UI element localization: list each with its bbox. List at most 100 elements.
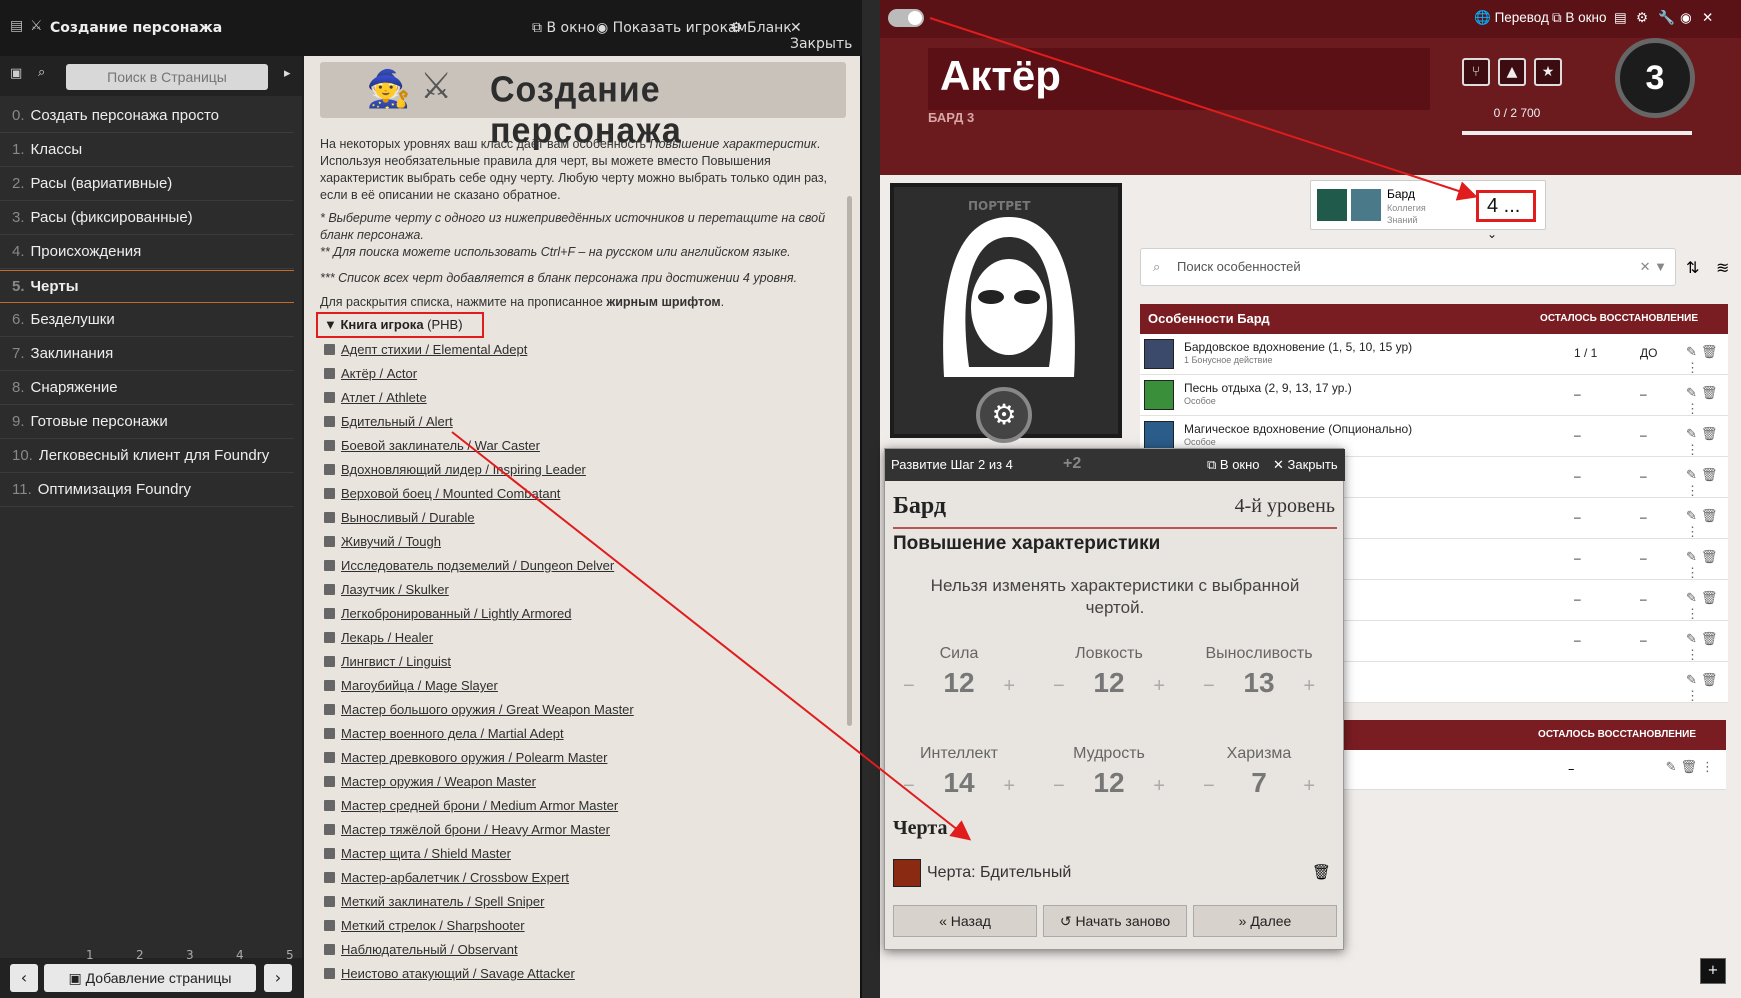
increase-button[interactable]: +: [1153, 675, 1165, 698]
row-actions[interactable]: ✎🗑⋮: [1686, 344, 1728, 376]
row-actions[interactable]: ✎🗑⋮: [1686, 590, 1728, 622]
row-actions[interactable]: ✎🗑⋮: [1686, 631, 1728, 663]
feat-link[interactable]: Лингвист / Linguist: [324, 654, 451, 669]
sidebar-item[interactable]: 8. Снаряжение: [0, 372, 294, 405]
feat-link[interactable]: Наблюдательный / Observant: [324, 942, 518, 957]
row-actions[interactable]: ✎🗑⋮: [1686, 672, 1728, 704]
dialog-popout-button[interactable]: ⧉ В окно: [1207, 457, 1260, 473]
next-page-button[interactable]: ›: [264, 964, 292, 992]
feat-link[interactable]: Мастер большого оружия / Great Weapon Ma…: [324, 702, 634, 717]
pager-number[interactable]: 1: [86, 948, 94, 962]
feature-row-2[interactable]: – ✎🗑⋮: [1338, 750, 1726, 790]
dialog-close-button[interactable]: ✕ Закрыть: [1273, 457, 1338, 473]
feat-link[interactable]: Мастер-арбалетчик / Crossbow Expert: [324, 870, 569, 885]
sort-icon[interactable]: ⇅: [1686, 258, 1699, 277]
close-button[interactable]: ✕ Закрыть: [790, 20, 862, 52]
next-button[interactable]: » Далее: [1193, 905, 1337, 937]
sidebar-item[interactable]: 0. Создать персонажа просто: [0, 100, 294, 133]
mode-toggle[interactable]: [888, 9, 924, 27]
feat-link[interactable]: Бдительный / Alert: [324, 414, 453, 429]
decrease-button[interactable]: −: [903, 675, 915, 698]
decrease-button[interactable]: −: [1053, 675, 1065, 698]
feat-link[interactable]: Мастер тяжёлой брони / Heavy Armor Maste…: [324, 822, 610, 837]
feat-link[interactable]: Мастер средней брони / Medium Armor Mast…: [324, 798, 618, 813]
pager-number[interactable]: 4: [236, 948, 244, 962]
popout-button[interactable]: ⧉ В окно: [532, 20, 595, 36]
sidebar-item[interactable]: 11. Оптимизация Foundry: [0, 474, 294, 507]
settings-icon[interactable]: ⚙: [976, 387, 1032, 443]
restart-button[interactable]: ↺ Начать заново: [1043, 905, 1187, 937]
feature-row[interactable]: Бардовское вдохновение (1, 5, 10, 15 ур)…: [1140, 334, 1728, 375]
decrease-button[interactable]: −: [1203, 775, 1215, 798]
feat-link[interactable]: Атлет / Athlete: [324, 390, 427, 405]
sidebar-item[interactable]: 7. Заклинания: [0, 338, 294, 371]
wrench-icon[interactable]: 🔧: [1658, 10, 1675, 26]
delete-feat-icon[interactable]: 🗑: [1312, 863, 1331, 881]
feat-link[interactable]: Лекарь / Healer: [324, 630, 433, 645]
feat-link[interactable]: Меткий стрелок / Sharpshooter: [324, 918, 525, 933]
row-actions[interactable]: ✎🗑⋮: [1686, 549, 1728, 581]
phb-toggle[interactable]: ▼ Книга игрока (PHB): [316, 312, 484, 338]
increase-button[interactable]: +: [1303, 775, 1315, 798]
feat-link[interactable]: Лазутчик / Skulker: [324, 582, 449, 597]
add-icon[interactable]: +: [1700, 958, 1726, 984]
increase-button[interactable]: +: [1303, 675, 1315, 698]
feat-link[interactable]: Верховой боец / Mounted Combatant: [324, 486, 560, 501]
sidebar-item[interactable]: 3. Расы (фиксированные): [0, 202, 294, 235]
row-actions[interactable]: ✎🗑⋮: [1686, 426, 1728, 458]
gear-icon[interactable]: ⚙: [1636, 10, 1648, 26]
row-actions[interactable]: ✎🗑⋮: [1666, 760, 1718, 775]
feat-link[interactable]: Неистово атакующий / Savage Attacker: [324, 966, 575, 981]
collapse-icon[interactable]: ▣: [10, 66, 22, 81]
close-icon[interactable]: ✕: [1702, 10, 1713, 26]
sheet-popout-button[interactable]: ⧉ В окно: [1552, 10, 1607, 26]
feat-link[interactable]: Актёр / Actor: [324, 366, 417, 381]
rest-icon[interactable]: ⑂: [1462, 58, 1490, 86]
increase-button[interactable]: +: [1003, 775, 1015, 798]
feat-link[interactable]: Легкобронированный / Lightly Armored: [324, 606, 571, 621]
feat-link[interactable]: Меткий заклинатель / Spell Sniper: [324, 894, 544, 909]
layers-icon[interactable]: ≋: [1716, 258, 1729, 277]
filter-icon[interactable]: ✕ ▼: [1640, 249, 1667, 285]
user-icon[interactable]: ◉: [1680, 10, 1692, 26]
increase-button[interactable]: +: [1153, 775, 1165, 798]
increase-button[interactable]: +: [1003, 675, 1015, 698]
decrease-button[interactable]: −: [1053, 775, 1065, 798]
translate-button[interactable]: 🌐 Перевод: [1474, 10, 1549, 26]
decrease-button[interactable]: −: [903, 775, 915, 798]
row-actions[interactable]: ✎🗑⋮: [1686, 385, 1728, 417]
expand-icon[interactable]: ▸: [284, 66, 291, 81]
feat-link[interactable]: Магоубийца / Mage Slayer: [324, 678, 498, 693]
feat-link[interactable]: Живучий / Tough: [324, 534, 441, 549]
sidebar-item[interactable]: 1. Классы: [0, 134, 294, 167]
sidebar-item[interactable]: 6. Безделушки: [0, 304, 294, 337]
character-name[interactable]: Актёр: [940, 52, 1061, 100]
feat-link[interactable]: Мастер щита / Shield Master: [324, 846, 511, 861]
level-select[interactable]: 4 ... ⌄: [1476, 190, 1536, 241]
star-icon[interactable]: ★: [1534, 58, 1562, 86]
feat-link[interactable]: Мастер древкового оружия / Polearm Maste…: [324, 750, 607, 765]
pager-number[interactable]: 2: [136, 948, 144, 962]
page-scrollbar[interactable]: [847, 196, 852, 726]
decrease-button[interactable]: −: [1203, 675, 1215, 698]
camp-icon[interactable]: ▲: [1498, 58, 1526, 86]
feat-link[interactable]: Адепт стихии / Elemental Adept: [324, 342, 527, 357]
row-actions[interactable]: ✎🗑⋮: [1686, 467, 1728, 499]
prev-page-button[interactable]: ‹: [10, 964, 38, 992]
show-players-button[interactable]: ◉ Показать игрокам: [596, 20, 747, 36]
feature-row[interactable]: Песнь отдыха (2, 9, 13, 17 ур.) Особое – – ✎…: [1140, 375, 1728, 416]
back-button[interactable]: « Назад: [893, 905, 1037, 937]
row-actions[interactable]: ✎🗑⋮: [1686, 508, 1728, 540]
feat-link[interactable]: Выносливый / Durable: [324, 510, 475, 525]
sidebar-item[interactable]: 2. Расы (вариативные): [0, 168, 294, 201]
feat-link[interactable]: Вдохновляющий лидер / Inspiring Leader: [324, 462, 586, 477]
sidebar-item[interactable]: 9. Готовые персонажи: [0, 406, 294, 439]
sheet-button[interactable]: ⚙ Бланк: [730, 20, 792, 36]
portrait[interactable]: ПОРТРЕТ ⚙: [890, 183, 1122, 443]
search-input[interactable]: [66, 64, 268, 90]
feat-link[interactable]: Исследователь подземелий / Dungeon Delve…: [324, 558, 614, 573]
sidebar-item[interactable]: 4. Происхождения: [0, 236, 294, 269]
add-page-button[interactable]: ▣ Добавление страницы: [44, 964, 256, 992]
feat-link[interactable]: Мастер оружия / Weapon Master: [324, 774, 536, 789]
sidebar-item[interactable]: 5. Черты: [0, 270, 294, 303]
